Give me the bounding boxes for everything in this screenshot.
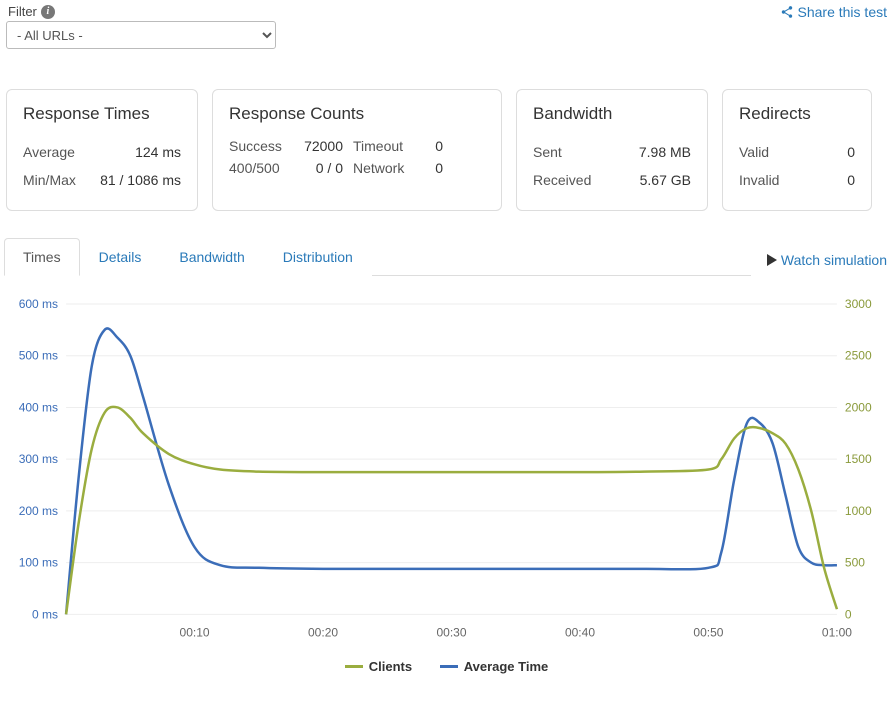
filter-select[interactable]: - All URLs - xyxy=(6,21,276,49)
svg-text:3000: 3000 xyxy=(845,297,872,311)
card-title-response-times: Response Times xyxy=(23,104,181,124)
svg-text:0 ms: 0 ms xyxy=(32,607,58,621)
card-response-times: Response Times Average 124 ms Min/Max 81… xyxy=(6,89,198,211)
svg-text:400 ms: 400 ms xyxy=(19,400,58,414)
info-icon[interactable]: i xyxy=(41,5,55,19)
svg-text:300 ms: 300 ms xyxy=(19,452,58,466)
svg-text:600 ms: 600 ms xyxy=(19,297,58,311)
watch-simulation-label: Watch simulation xyxy=(781,252,887,268)
share-icon xyxy=(780,5,794,19)
rc-network-value: 0 xyxy=(423,160,443,176)
card-title-bandwidth: Bandwidth xyxy=(533,104,691,124)
times-chart: 0 ms 100 ms 200 ms 300 ms 400 ms 500 ms 600 ms… xyxy=(6,294,887,644)
svg-text:00:10: 00:10 xyxy=(180,625,210,639)
watch-simulation-link[interactable]: Watch simulation xyxy=(767,252,887,276)
legend-clients-label: Clients xyxy=(369,659,412,674)
rd-invalid-value: 0 xyxy=(847,166,855,194)
rd-valid-value: 0 xyxy=(847,138,855,166)
legend-clients: Clients xyxy=(345,659,412,674)
svg-text:00:30: 00:30 xyxy=(436,625,466,639)
filter-label: Filter i xyxy=(8,4,276,19)
filter-label-text: Filter xyxy=(8,4,37,19)
bw-recv-label: Received xyxy=(533,166,591,194)
legend-avg: Average Time xyxy=(440,659,549,674)
card-response-counts: Response Counts Success 72000 Timeout 0 … xyxy=(212,89,502,211)
bw-recv-value: 5.67 GB xyxy=(640,166,691,194)
rc-success-value: 72000 xyxy=(299,138,353,154)
card-title-response-counts: Response Counts xyxy=(229,104,485,124)
svg-text:1000: 1000 xyxy=(845,504,872,518)
svg-text:00:20: 00:20 xyxy=(308,625,338,639)
svg-text:2000: 2000 xyxy=(845,400,872,414)
bw-sent-label: Sent xyxy=(533,138,562,166)
rd-valid-label: Valid xyxy=(739,138,769,166)
svg-text:2500: 2500 xyxy=(845,349,872,363)
legend-swatch-clients xyxy=(345,665,363,668)
svg-text:1500: 1500 xyxy=(845,452,872,466)
share-test-label: Share this test xyxy=(798,4,888,20)
svg-text:00:40: 00:40 xyxy=(565,625,595,639)
legend-swatch-avg xyxy=(440,665,458,668)
tab-bandwidth[interactable]: Bandwidth xyxy=(160,238,263,276)
svg-text:00:50: 00:50 xyxy=(693,625,723,639)
rt-avg-value: 124 ms xyxy=(135,138,181,166)
rd-invalid-label: Invalid xyxy=(739,166,779,194)
rc-success-label: Success xyxy=(229,138,299,154)
legend-avg-label: Average Time xyxy=(464,659,549,674)
tab-times[interactable]: Times xyxy=(4,238,80,276)
rt-minmax-label: Min/Max xyxy=(23,166,76,194)
chart-legend: Clients Average Time xyxy=(6,644,887,682)
rc-timeout-label: Timeout xyxy=(353,138,423,154)
rc-err-value: 0 / 0 xyxy=(299,160,353,176)
card-redirects: Redirects Valid 0 Invalid 0 xyxy=(722,89,872,211)
svg-text:500: 500 xyxy=(845,556,865,570)
play-icon xyxy=(767,254,777,266)
svg-text:100 ms: 100 ms xyxy=(19,556,58,570)
rc-timeout-value: 0 xyxy=(423,138,443,154)
bw-sent-value: 7.98 MB xyxy=(639,138,691,166)
tab-details[interactable]: Details xyxy=(80,238,161,276)
rt-avg-label: Average xyxy=(23,138,75,166)
svg-text:500 ms: 500 ms xyxy=(19,349,58,363)
rc-err-label: 400/500 xyxy=(229,160,299,176)
rc-network-label: Network xyxy=(353,160,423,176)
svg-text:0: 0 xyxy=(845,607,852,621)
svg-text:200 ms: 200 ms xyxy=(19,504,58,518)
tabs: Times Details Bandwidth Distribution xyxy=(4,237,751,276)
share-test-link[interactable]: Share this test xyxy=(780,4,888,20)
svg-text:01:00: 01:00 xyxy=(822,625,852,639)
tab-distribution[interactable]: Distribution xyxy=(264,238,372,276)
card-bandwidth: Bandwidth Sent 7.98 MB Received 5.67 GB xyxy=(516,89,708,211)
rt-minmax-value: 81 / 1086 ms xyxy=(100,166,181,194)
card-title-redirects: Redirects xyxy=(739,104,855,124)
